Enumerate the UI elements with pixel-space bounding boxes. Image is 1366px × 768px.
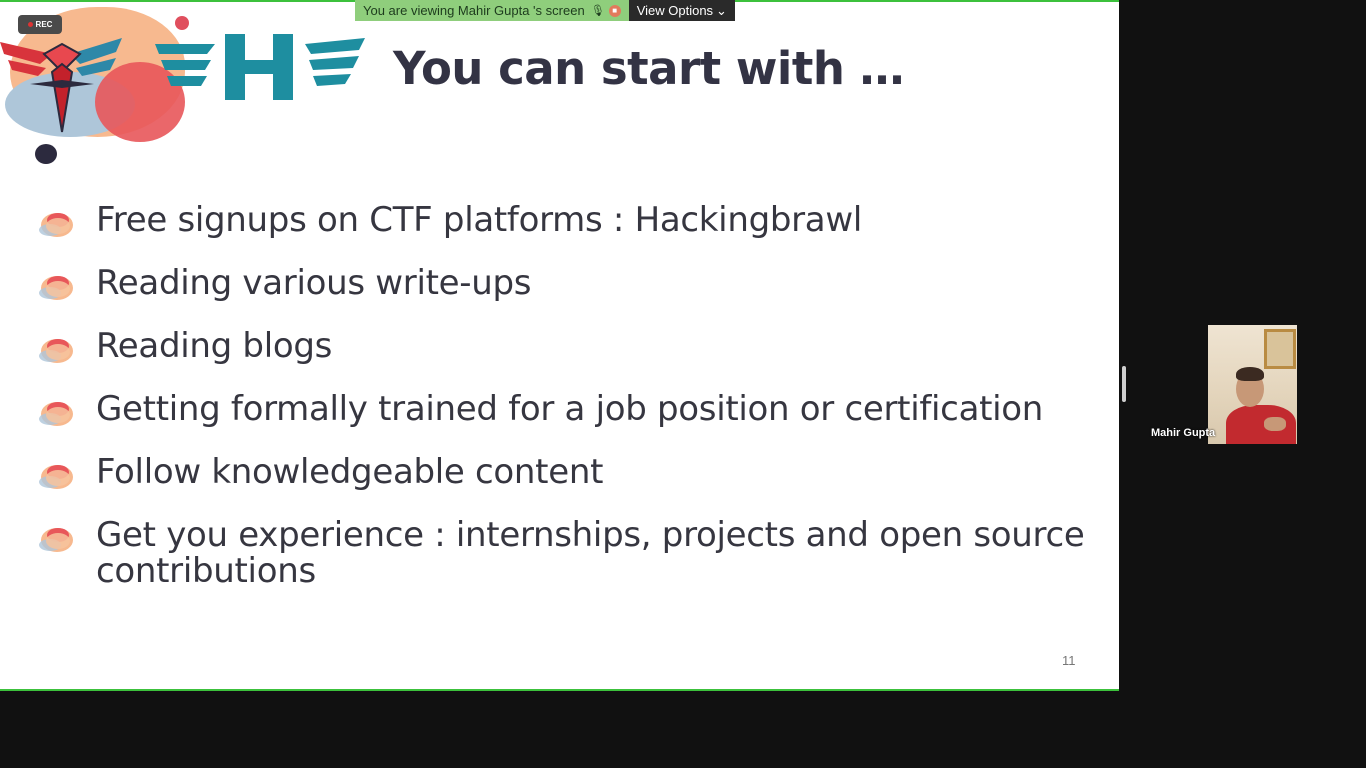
cloud-bullet-icon <box>39 528 73 552</box>
viewing-text: You are viewing Mahir Gupta 's screen <box>363 3 585 18</box>
bullet-text: Get you experience : internships, projec… <box>96 515 1085 591</box>
participant-name: Mahir Gupta <box>1151 427 1216 439</box>
cloud-bullet-icon <box>39 465 73 489</box>
bullet-text: Getting formally trained for a job posit… <box>96 389 1044 429</box>
bullet-text: Reading various write-ups <box>96 263 532 303</box>
bullet-item: Free signups on CTF platforms : Hackingb… <box>38 202 1098 238</box>
slide-title: You can start with … <box>393 42 905 95</box>
participant-video <box>1208 325 1297 444</box>
panel-resize-handle[interactable] <box>1122 366 1126 402</box>
bullet-item: Getting formally trained for a job posit… <box>38 391 1098 427</box>
recording-indicator[interactable]: REC <box>18 15 62 34</box>
recording-label: REC <box>35 20 53 29</box>
view-options-label: View Options <box>636 3 714 18</box>
bullet-text: Follow knowledgeable content <box>96 452 604 492</box>
screen-share-banner: You are viewing Mahir Gupta 's screen 🎙 … <box>355 0 735 21</box>
stop-icon: ■ <box>608 4 621 17</box>
cloud-bullet-icon <box>39 276 73 300</box>
bullet-item: Follow knowledgeable content <box>38 454 1098 490</box>
person-hand <box>1264 417 1286 431</box>
logo-blob-dark <box>35 144 57 164</box>
slide-bullet-list: Free signups on CTF platforms : Hackingb… <box>38 202 1098 616</box>
wall-picture <box>1264 329 1296 369</box>
record-dot-icon <box>27 22 33 28</box>
participant-video-tile[interactable]: Mahir Gupta <box>1148 325 1298 444</box>
viewing-info: You are viewing Mahir Gupta 's screen 🎙 … <box>355 0 629 21</box>
bullet-text: Free signups on CTF platforms : Hackingb… <box>96 200 862 240</box>
shared-screen: You can start with … Free signups on CTF… <box>0 0 1119 691</box>
chevron-down-icon: ⌄ <box>716 3 727 18</box>
bullet-item: Reading various write-ups <box>38 265 1098 301</box>
bullet-item: Reading blogs <box>38 328 1098 364</box>
slide-page-number: 11 <box>1062 653 1076 668</box>
wing-emblem-icon <box>0 38 122 133</box>
cloud-bullet-icon <box>39 213 73 237</box>
mic-muted-icon: 🎙 <box>590 4 605 17</box>
logo-h-icon <box>155 34 365 100</box>
cloud-bullet-icon <box>39 339 73 363</box>
cloud-bullet-icon <box>39 402 73 426</box>
bullet-item: Get you experience : internships, projec… <box>38 517 1098 589</box>
view-options-button[interactable]: View Options ⌄ <box>628 0 735 21</box>
bullet-text: Reading blogs <box>96 326 333 366</box>
person-hair <box>1236 367 1264 381</box>
